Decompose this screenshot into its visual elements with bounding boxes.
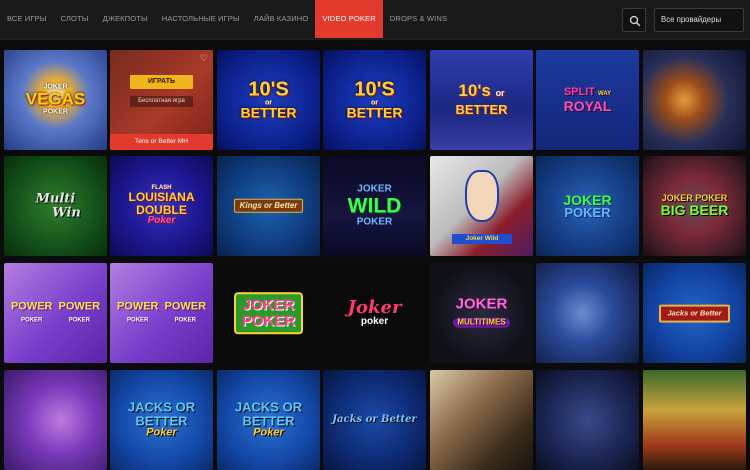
game-thumbnail xyxy=(110,50,213,136)
category-tabs: ВСЕ ИГРЫ СЛОТЫ ДЖЕКПОТЫ НАСТОЛЬНЫЕ ИГРЫ … xyxy=(0,0,454,38)
game-tile[interactable]: 10'S or BETTER xyxy=(217,50,320,150)
tab-all-games[interactable]: ВСЕ ИГРЫ xyxy=(0,0,54,38)
game-tile[interactable] xyxy=(430,370,533,470)
game-tile[interactable]: FLASH LOUISIANA DOUBLE Poker xyxy=(110,156,213,256)
tab-video-poker[interactable]: VIDEO POKER xyxy=(315,0,383,38)
game-tile[interactable]: Jacks or Better xyxy=(643,263,746,363)
top-navigation-bar: ВСЕ ИГРЫ СЛОТЫ ДЖЕКПОТЫ НАСТОЛЬНЫЕ ИГРЫ … xyxy=(0,0,750,40)
game-tile[interactable]: JOKER POKER BIG BEER xyxy=(643,156,746,256)
demo-button[interactable]: Бесплатная игра xyxy=(130,96,193,107)
tab-jackpots[interactable]: ДЖЕКПОТЫ xyxy=(96,0,155,38)
game-tile[interactable] xyxy=(643,370,746,470)
game-tile[interactable]: JOKER POKER xyxy=(536,156,639,256)
game-tile[interactable] xyxy=(536,263,639,363)
game-tile[interactable]: Joker Wild xyxy=(430,156,533,256)
game-tile[interactable] xyxy=(643,50,746,150)
game-tile[interactable]: JOKER WILD POKER xyxy=(323,156,426,256)
game-tile[interactable]: JOKER VEGAS POKER xyxy=(4,50,107,150)
game-tile[interactable]: JOKER MULTITIMES xyxy=(430,263,533,363)
game-tile[interactable] xyxy=(4,370,107,470)
game-tile[interactable]: 10's or BETTER xyxy=(430,50,533,150)
search-icon xyxy=(629,15,641,27)
game-tile[interactable]: Joker poker xyxy=(323,263,426,363)
tab-table-games[interactable]: НАСТОЛЬНЫЕ ИГРЫ xyxy=(155,0,247,38)
tab-live-casino[interactable]: ЛАЙВ КАЗИНО xyxy=(247,0,316,38)
tab-slots[interactable]: СЛОТЫ xyxy=(54,0,96,38)
tab-drops-wins[interactable]: DROPS & WINS xyxy=(383,0,454,38)
game-tile[interactable]: POWER POKERPOWER POKER xyxy=(4,263,107,363)
game-tile[interactable]: Jacks or Better xyxy=(323,370,426,470)
game-tile[interactable]: Multi Win xyxy=(4,156,107,256)
game-tile-hover[interactable]: ♡ ИГРАТЬ Бесплатная игра Tens or Better … xyxy=(110,50,213,150)
game-name: Tens or Better MH xyxy=(110,134,213,150)
provider-select[interactable]: Все провайдеры xyxy=(654,8,744,32)
game-tile[interactable]: JACKS OR BETTER Poker xyxy=(110,370,213,470)
game-tile[interactable] xyxy=(536,370,639,470)
game-tile[interactable]: POWER POKERPOWER POKER xyxy=(110,263,213,363)
game-tile[interactable]: JACKS OR BETTER Poker xyxy=(217,370,320,470)
game-tile[interactable]: 10'S or BETTER xyxy=(323,50,426,150)
play-button[interactable]: ИГРАТЬ xyxy=(130,75,193,89)
heart-icon[interactable]: ♡ xyxy=(200,53,208,64)
search-button[interactable] xyxy=(622,8,646,32)
game-tile[interactable]: SPLIT WAY ROYAL xyxy=(536,50,639,150)
game-tile[interactable]: JOKER POKER xyxy=(217,263,320,363)
game-tile[interactable]: Kings or Better xyxy=(217,156,320,256)
